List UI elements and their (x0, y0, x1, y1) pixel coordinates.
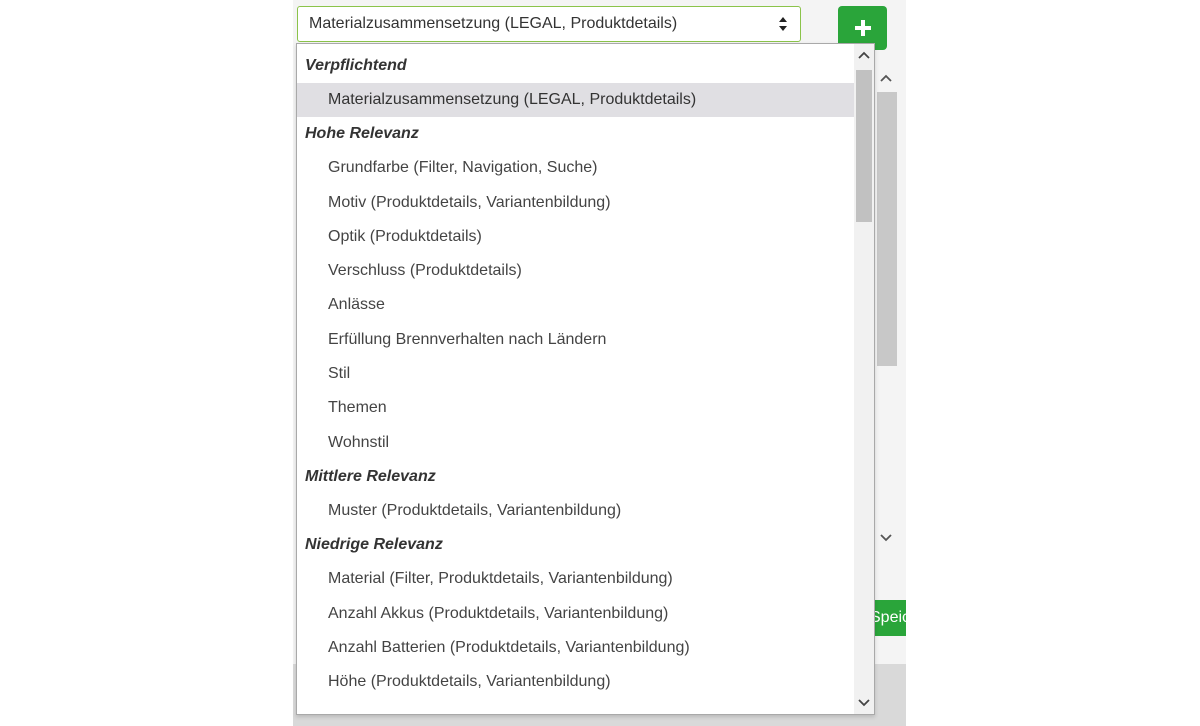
dropdown-option[interactable]: Anzahl Akkus (Produktdetails, Variantenb… (297, 597, 855, 631)
option-group-label: Mittlere Relevanz (305, 467, 436, 485)
dropdown-option[interactable]: Grundfarbe (Filter, Navigation, Suche) (297, 151, 855, 185)
dropdown-option[interactable]: Material (Filter, Produktdetails, Varian… (297, 562, 855, 596)
background-scrollbar[interactable] (875, 70, 897, 552)
dropdown-option[interactable]: Themen (297, 391, 855, 425)
dropdown-scrollbar-thumb[interactable] (856, 70, 872, 222)
dropdown-list[interactable]: Verpflichtend Materialzusammensetzung (LE… (296, 43, 875, 715)
dropdown-option[interactable]: Materialzusammensetzung (LEGAL, Produktd… (297, 83, 855, 118)
dropdown-option[interactable]: Stil (297, 357, 855, 391)
chevron-down-icon[interactable] (854, 692, 874, 712)
dropdown-option[interactable]: Anlässe (297, 288, 855, 322)
chevron-up-icon[interactable] (875, 70, 897, 88)
dropdown-options: Verpflichtend Materialzusammensetzung (LE… (297, 49, 855, 699)
dropdown-option[interactable]: Optik (Produktdetails) (297, 220, 855, 254)
chevron-up-icon[interactable] (854, 46, 874, 66)
background-scrollbar-thumb[interactable] (877, 92, 897, 366)
plus-icon (853, 18, 873, 38)
dropdown-option[interactable]: Motiv (Produktdetails, Variantenbildung) (297, 186, 855, 220)
dropdown-option[interactable]: Muster (Produktdetails, Variantenbildung… (297, 494, 855, 528)
chevron-down-icon[interactable] (875, 528, 897, 546)
sort-arrows-icon (778, 7, 788, 41)
dropdown-option[interactable]: Höhe (Produktdetails, Variantenbildung) (297, 665, 855, 699)
dropdown-option[interactable]: Anzahl Batterien (Produktdetails, Varian… (297, 631, 855, 665)
dropdown-option[interactable]: Wohnstil (297, 426, 855, 460)
attribute-select[interactable]: Materialzusammensetzung (LEGAL, Produktd… (297, 6, 801, 42)
option-group-label: Hohe Relevanz (305, 125, 419, 143)
option-group-label: Niedrige Relevanz (305, 536, 443, 554)
dropdown-option[interactable]: Erfüllung Brennverhalten nach Ländern (297, 323, 855, 357)
select-value: Materialzusammensetzung (LEGAL, Produktd… (309, 15, 678, 32)
dropdown-scrollbar[interactable] (854, 44, 874, 714)
dropdown-option[interactable]: Verschluss (Produktdetails) (297, 254, 855, 288)
option-group-label: Verpflichtend (305, 57, 407, 74)
